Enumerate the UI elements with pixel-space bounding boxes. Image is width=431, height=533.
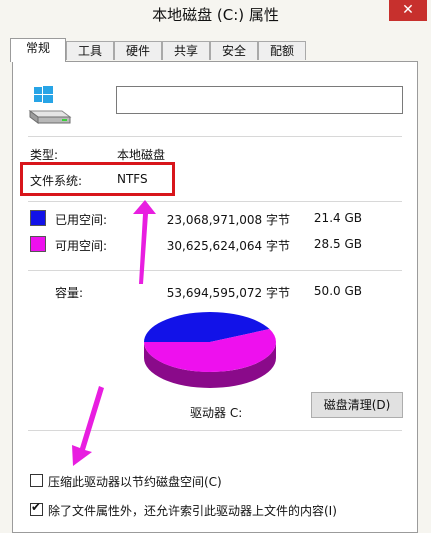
annotation-arrow-up: [133, 200, 156, 284]
annotation-arrow-down: [72, 386, 104, 466]
tab-general[interactable]: 常规: [10, 38, 66, 62]
annotation-arrows: [72, 200, 156, 466]
